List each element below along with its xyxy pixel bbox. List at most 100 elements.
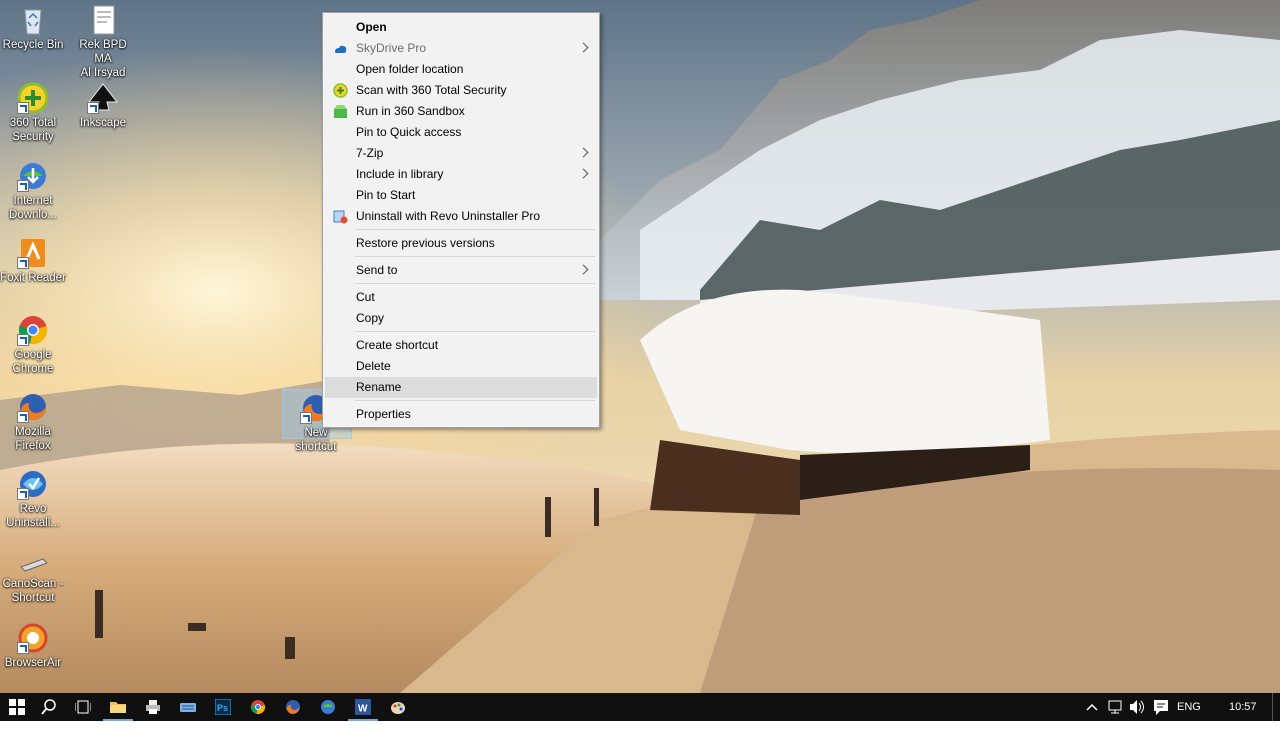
chrome-icon	[17, 314, 49, 346]
desktop-icon-label: Mozilla Firefox	[15, 426, 51, 452]
menu-item-skydrive-pro[interactable]: SkyDrive Pro	[325, 38, 597, 59]
desktop-icon-inkscape[interactable]: Inkscape	[70, 82, 136, 130]
menu-item-uninstall-revo[interactable]: Uninstall with Revo Uninstaller Pro	[325, 206, 597, 227]
windows-logo-icon	[9, 699, 25, 715]
menu-item-include-in-library[interactable]: Include in library	[325, 164, 597, 185]
canoscan-icon	[17, 553, 49, 575]
skydrive-icon	[333, 41, 348, 56]
snow-landscape-image	[0, 0, 1280, 693]
menu-item-rename[interactable]: Rename	[325, 377, 597, 398]
inkscape-icon	[87, 82, 119, 114]
menu-item-open-folder-location[interactable]: Open folder location	[325, 59, 597, 80]
file-explorer-icon	[110, 702, 126, 713]
desktop-icon-label: Internet Downlo...	[9, 195, 57, 221]
shortcut-arrow-icon	[300, 412, 312, 424]
menu-item-7-zip[interactable]: 7-Zip	[325, 143, 597, 164]
menu-item-restore-previous-versions[interactable]: Restore previous versions	[325, 233, 597, 254]
menu-item-delete[interactable]: Delete	[325, 356, 597, 377]
submenu-arrow-icon	[578, 147, 589, 158]
network-button[interactable]	[1106, 693, 1124, 721]
menu-item-pin-to-start[interactable]: Pin to Start	[325, 185, 597, 206]
firefox-icon	[286, 700, 300, 714]
chevron-up-icon	[1086, 703, 1098, 711]
taskbar-app-file-explorer[interactable]	[101, 693, 135, 721]
taskbar-app-paint[interactable]	[381, 693, 415, 721]
show-hidden-icons-button[interactable]	[1084, 693, 1100, 721]
shortcut-arrow-icon	[17, 642, 29, 654]
menu-item-create-shortcut[interactable]: Create shortcut	[325, 335, 597, 356]
desktop-icon-rek-bpd[interactable]: Rek BPD MA Al Irsyad	[70, 4, 136, 80]
firefox-icon	[17, 391, 49, 423]
word-icon: W	[355, 699, 371, 715]
chrome-icon	[250, 700, 266, 714]
desktop-icon-label: 360 Total Security	[9, 117, 57, 143]
speaker-icon	[1130, 700, 1144, 714]
taskbar-app-keyboard[interactable]	[171, 693, 205, 721]
desktop-icon-browserair[interactable]: BrowserAir	[0, 622, 66, 670]
download-manager-icon	[321, 700, 335, 714]
menu-item-pin-quick-access[interactable]: Pin to Quick access	[325, 122, 597, 143]
menu-item-run-360-sandbox[interactable]: Run in 360 Sandbox	[325, 101, 597, 122]
shortcut-arrow-icon	[17, 488, 29, 500]
browserair-icon	[17, 622, 49, 654]
taskbar-app-chrome[interactable]	[241, 693, 275, 721]
document-icon	[87, 4, 119, 36]
menu-separator	[355, 331, 595, 332]
foxit-reader-icon	[17, 237, 49, 269]
submenu-arrow-icon	[578, 264, 589, 275]
menu-item-cut[interactable]: Cut	[325, 287, 597, 308]
desktop-icon-360-total-security[interactable]: 360 Total Security	[0, 82, 66, 144]
taskbar-app-photoshop[interactable]: Ps	[206, 693, 240, 721]
shortcut-arrow-icon	[17, 180, 29, 192]
printer-icon	[146, 700, 160, 714]
shortcut-arrow-icon	[17, 102, 29, 114]
desktop-icon-label: BrowserAir	[4, 657, 62, 669]
action-center-button[interactable]	[1152, 693, 1170, 721]
submenu-arrow-icon	[578, 42, 589, 53]
desktop-icon-mozilla-firefox[interactable]: Mozilla Firefox	[0, 391, 66, 453]
task-view-icon	[75, 700, 91, 714]
menu-item-copy[interactable]: Copy	[325, 308, 597, 329]
menu-item-scan-360[interactable]: Scan with 360 Total Security	[325, 80, 597, 101]
keyboard-icon	[180, 703, 196, 712]
menu-separator	[355, 400, 595, 401]
revo-uninstaller-icon	[17, 468, 49, 500]
desktop-icon-label: Google Chrome	[12, 349, 54, 375]
menu-item-open[interactable]: Open	[325, 17, 597, 38]
taskbar: Ps W ENG 10:57	[0, 693, 1280, 721]
desktop-icon-canoscan[interactable]: CanoScan - Shortcut	[0, 553, 66, 605]
volume-button[interactable]	[1128, 693, 1146, 721]
desktop-icon-label: Recycle Bin	[2, 39, 64, 51]
menu-item-send-to[interactable]: Send to	[325, 260, 597, 281]
start-button[interactable]	[0, 693, 34, 721]
recycle-bin-icon	[17, 4, 49, 36]
menu-separator	[355, 283, 595, 284]
language-indicator[interactable]: ENG	[1177, 693, 1203, 721]
desktop-icon-internet-download-manager[interactable]: Internet Downlo...	[0, 160, 66, 222]
search-button[interactable]	[32, 693, 66, 721]
360-scan-icon	[333, 83, 348, 98]
notification-icon	[1154, 700, 1168, 715]
sandbox-icon	[333, 104, 348, 119]
taskbar-app-download-manager[interactable]	[311, 693, 345, 721]
task-view-button[interactable]	[66, 693, 100, 721]
svg-text:Ps: Ps	[217, 703, 228, 713]
desktop-icon-label: Revo Uninstall...	[6, 503, 60, 529]
taskbar-app-word[interactable]: W	[346, 693, 380, 721]
desktop-icon-revo-uninstaller[interactable]: Revo Uninstall...	[0, 468, 66, 530]
clock[interactable]: 10:57	[1229, 693, 1259, 721]
taskbar-app-printer[interactable]	[136, 693, 170, 721]
desktop-icon-google-chrome[interactable]: Google Chrome	[0, 314, 66, 376]
network-icon	[1108, 700, 1122, 714]
shortcut-arrow-icon	[17, 334, 29, 346]
menu-item-properties[interactable]: Properties	[325, 404, 597, 425]
show-desktop-button[interactable]	[1272, 693, 1280, 721]
photoshop-icon: Ps	[215, 699, 231, 715]
desktop-icon-recycle-bin[interactable]: Recycle Bin	[0, 4, 66, 52]
revo-icon	[333, 209, 348, 224]
menu-separator	[355, 229, 595, 230]
desktop-wallpaper	[0, 0, 1280, 693]
menu-separator	[355, 256, 595, 257]
desktop-icon-foxit-reader[interactable]: Foxit Reader	[0, 237, 66, 285]
taskbar-app-firefox[interactable]	[276, 693, 310, 721]
